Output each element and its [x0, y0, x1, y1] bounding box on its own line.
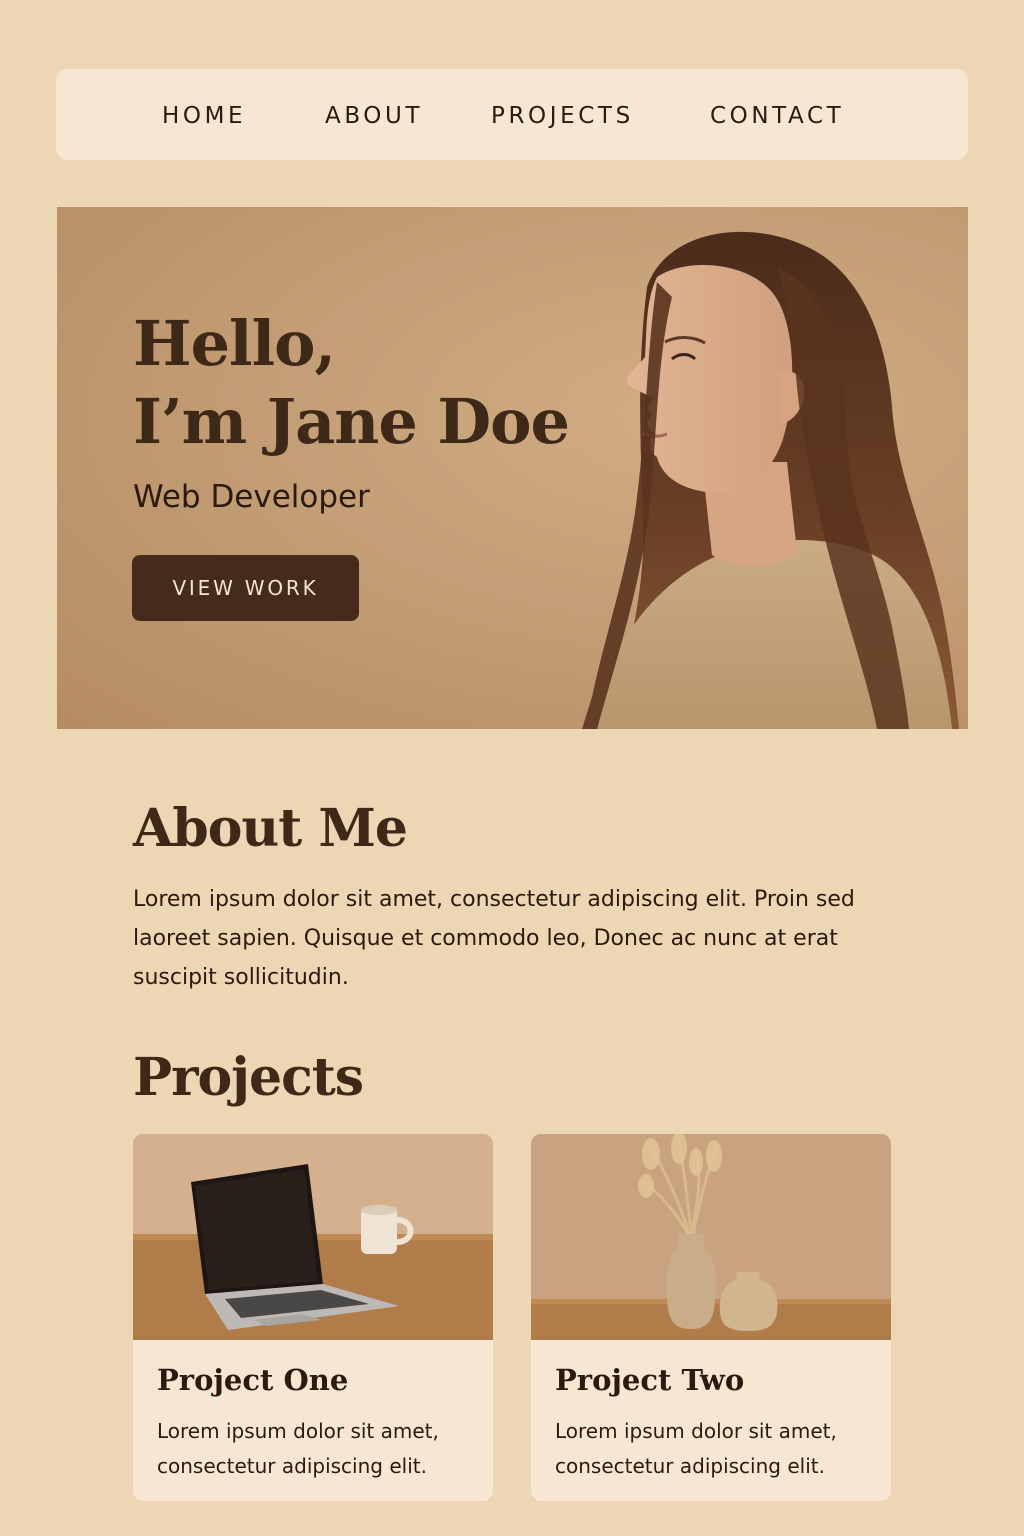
portrait-photo [582, 231, 959, 729]
project-card-two[interactable]: Project Two Lorem ipsum dolor sit amet, … [531, 1134, 891, 1501]
about-paragraph: Lorem ipsum dolor sit amet, consectetur … [133, 887, 855, 990]
view-work-button[interactable]: VIEW WORK [132, 555, 359, 621]
nav-home-link[interactable]: HOME [162, 69, 246, 160]
project-one-title: Project One [157, 1363, 349, 1397]
project-two-title: Project Two [555, 1363, 745, 1397]
top-navigation: HOME ABOUT PROJECTS CONTACT [56, 69, 968, 160]
hero-title: Hello, I’m Jane Doe [133, 305, 570, 461]
hero-subtitle: Web Developer [133, 479, 370, 515]
vases-photo-icon [531, 1134, 891, 1340]
nav-about-link[interactable]: ABOUT [325, 69, 423, 160]
project-two-description: Lorem ipsum dolor sit amet, consectetur … [555, 1419, 837, 1478]
laptop-photo-icon [133, 1134, 493, 1340]
hero-title-line-1: Hello, [133, 307, 336, 380]
hero-title-line-2: I’m Jane Doe [133, 385, 570, 458]
hero-banner: Hello, I’m Jane Doe Web Developer VIEW W… [57, 207, 968, 729]
about-heading: About Me [133, 798, 408, 859]
nav-projects-link[interactable]: PROJECTS [491, 69, 634, 160]
project-one-description: Lorem ipsum dolor sit amet, consectetur … [157, 1419, 439, 1478]
projects-heading: Projects [133, 1047, 364, 1108]
project-card-one[interactable]: Project One Lorem ipsum dolor sit amet, … [133, 1134, 493, 1501]
nav-contact-link[interactable]: CONTACT [710, 69, 844, 160]
